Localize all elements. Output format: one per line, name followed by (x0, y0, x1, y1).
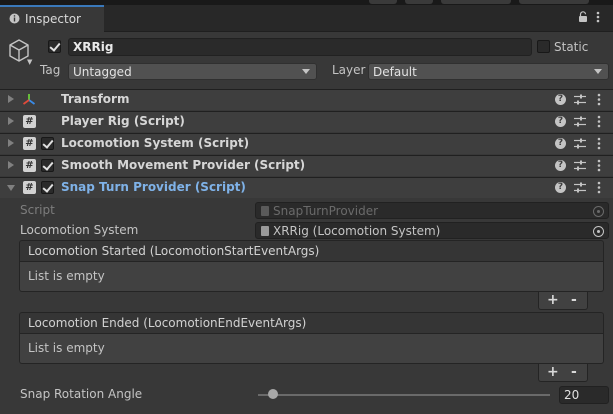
help-icon[interactable]: ? (555, 94, 566, 105)
chevron-down-icon (594, 69, 602, 74)
add-item-button[interactable]: + (547, 292, 559, 308)
static-label: Static (554, 40, 589, 54)
layer-label: Layer (332, 63, 366, 77)
locomotion-system-value: XRRig (Locomotion System) (273, 224, 441, 238)
chevron-down-icon (302, 69, 310, 74)
component-header-player-rig[interactable]: # Player Rig (Script) ? (0, 111, 613, 132)
script-icon: # (23, 159, 36, 172)
object-name-field[interactable]: XRRig (68, 38, 532, 56)
remove-item-button[interactable]: - (571, 364, 577, 380)
script-icon: # (23, 181, 36, 194)
toolbar-button[interactable] (441, 0, 511, 4)
script-value: SnapTurnProvider (273, 204, 379, 218)
angle-slider-track[interactable] (258, 394, 550, 396)
component-header-smooth-movement[interactable]: # Smooth Movement Provider (Script) ? (0, 155, 613, 176)
event-title: Locomotion Started (LocomotionStartEvent… (28, 244, 320, 258)
angle-slider-thumb[interactable] (267, 389, 278, 399)
foldout-arrow-icon[interactable] (8, 161, 14, 169)
more-options-icon[interactable] (597, 115, 601, 128)
icon-dropdown-arrow[interactable]: ▼ (27, 58, 32, 66)
toolbar-button[interactable] (405, 0, 433, 4)
locomotion-system-label: Locomotion System (20, 223, 139, 237)
component-header-locomotion-system[interactable]: # Locomotion System (Script) ? (0, 133, 613, 154)
event-header-locomotion-started: Locomotion Started (LocomotionStartEvent… (19, 240, 604, 262)
list-add-remove-footer: + - (538, 292, 588, 310)
component-enabled-checkbox[interactable] (41, 181, 54, 194)
more-options-icon[interactable] (597, 181, 601, 194)
layer-value: Default (373, 65, 417, 79)
script-icon: # (23, 137, 36, 150)
list-empty-text: List is empty (28, 269, 105, 283)
script-label: Script (20, 203, 55, 217)
more-options-icon[interactable] (597, 137, 601, 150)
help-icon[interactable]: ? (555, 138, 566, 149)
component-enabled-checkbox[interactable] (41, 159, 54, 172)
presets-icon[interactable] (574, 93, 586, 106)
presets-icon[interactable] (574, 137, 586, 150)
more-options-icon[interactable] (597, 93, 601, 106)
remove-item-button[interactable]: - (571, 292, 577, 308)
tag-label: Tag (40, 63, 61, 77)
event-list-body: List is empty (19, 334, 604, 364)
help-icon[interactable]: ? (555, 182, 566, 193)
presets-icon[interactable] (574, 181, 586, 194)
static-checkbox[interactable] (537, 40, 550, 53)
locomotion-system-field[interactable]: XRRig (Locomotion System) (255, 222, 609, 239)
snap-rotation-angle-input[interactable]: 20 (559, 386, 609, 404)
layer-dropdown[interactable]: Default (368, 63, 609, 80)
component-title: Locomotion System (Script) (61, 136, 250, 150)
snap-rotation-angle-label: Snap Rotation Angle (20, 387, 143, 401)
help-icon[interactable]: ? (555, 116, 566, 127)
foldout-arrow-icon[interactable] (8, 117, 14, 125)
foldout-arrow-icon[interactable] (8, 139, 14, 147)
help-icon[interactable]: ? (555, 160, 566, 171)
event-header-locomotion-ended: Locomotion Ended (LocomotionEndEventArgs… (19, 312, 604, 334)
transform-icon (22, 94, 36, 105)
list-empty-text: List is empty (28, 341, 105, 355)
more-options-icon[interactable] (596, 11, 600, 23)
presets-icon[interactable] (574, 115, 586, 128)
component-header-snap-turn[interactable]: # Snap Turn Provider (Script) ? (0, 177, 613, 198)
foldout-arrow-icon[interactable] (7, 185, 15, 191)
component-title: Smooth Movement Provider (Script) (61, 158, 306, 172)
component-title: Player Rig (Script) (61, 114, 185, 128)
object-name-value: XRRig (73, 40, 114, 54)
more-options-icon[interactable] (597, 159, 601, 172)
presets-icon[interactable] (574, 159, 586, 172)
info-icon (9, 13, 20, 24)
add-item-button[interactable]: + (547, 364, 559, 380)
script-file-icon (261, 206, 269, 216)
object-field-icon (261, 226, 269, 236)
list-add-remove-footer: + - (538, 364, 588, 382)
foldout-arrow-icon[interactable] (8, 95, 14, 103)
toolbar-button[interactable] (519, 0, 589, 4)
component-header-transform[interactable]: Transform ? (0, 89, 613, 110)
active-checkbox[interactable] (48, 40, 61, 53)
tag-value: Untagged (73, 65, 132, 79)
script-icon: # (23, 115, 36, 128)
script-field: SnapTurnProvider (255, 202, 609, 219)
object-picker-icon[interactable] (593, 226, 604, 237)
component-title: Snap Turn Provider (Script) (61, 180, 246, 194)
tab-inspector[interactable]: Inspector (0, 5, 104, 32)
event-title: Locomotion Ended (LocomotionEndEventArgs… (28, 316, 307, 330)
tag-dropdown[interactable]: Untagged (68, 63, 317, 80)
tab-label: Inspector (25, 12, 81, 26)
event-list-body: List is empty (19, 262, 604, 292)
object-picker-icon (593, 206, 604, 217)
component-title: Transform (61, 92, 130, 106)
lock-icon[interactable] (578, 11, 588, 22)
angle-value: 20 (564, 388, 580, 402)
component-enabled-checkbox[interactable] (41, 137, 54, 150)
toolbar-button[interactable] (369, 0, 397, 4)
